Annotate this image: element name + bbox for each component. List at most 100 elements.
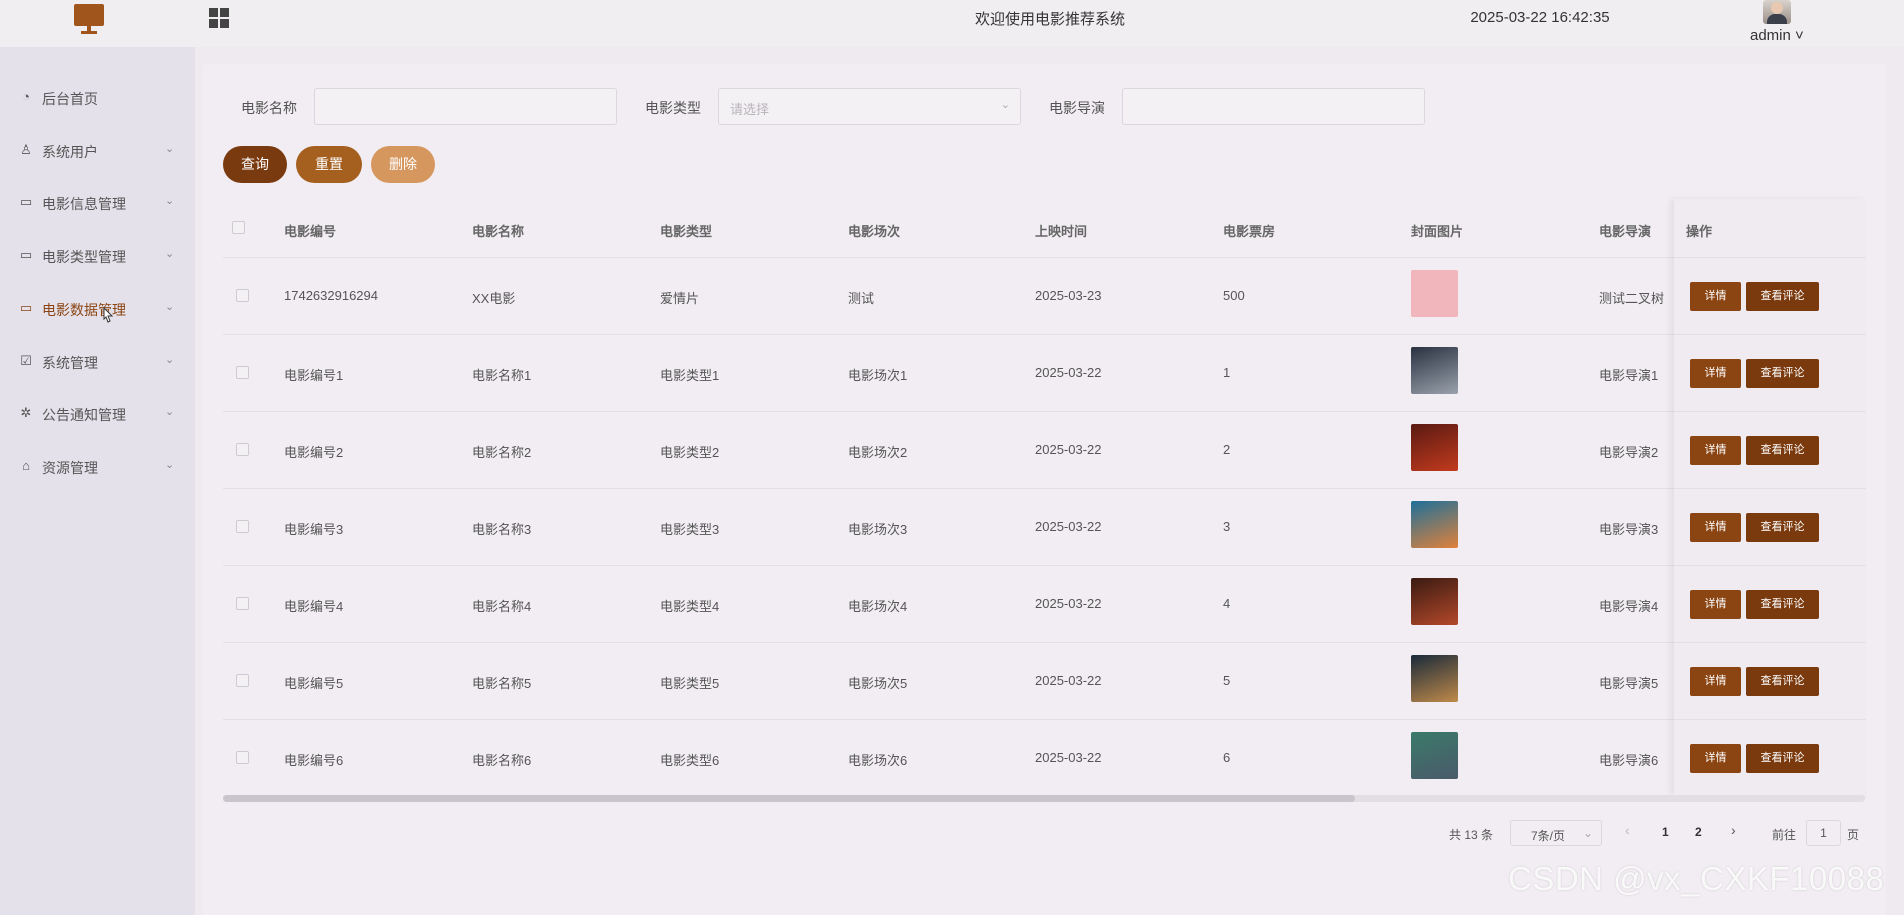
box-office-cell: 500 bbox=[1223, 288, 1245, 303]
detail-button[interactable]: 详情 bbox=[1690, 744, 1741, 773]
cover-image-thumbnail bbox=[1411, 347, 1458, 394]
user-menu[interactable]: admin ˅ bbox=[1750, 27, 1840, 44]
movie-type-label: 电影类型 bbox=[645, 100, 701, 116]
cover-image-thumbnail bbox=[1411, 655, 1458, 702]
row-checkbox[interactable] bbox=[236, 443, 249, 456]
movie-type-cell: 电影类型1 bbox=[660, 368, 720, 383]
pagination-total: 共 13 条 bbox=[1449, 828, 1494, 842]
view-comments-button[interactable]: 查看评论 bbox=[1746, 359, 1819, 388]
page-size-value: 7条/页 bbox=[1531, 829, 1566, 843]
row-checkbox[interactable] bbox=[236, 366, 249, 379]
query-button[interactable]: 查询 bbox=[223, 146, 287, 183]
view-comments-button[interactable]: 查看评论 bbox=[1746, 667, 1819, 696]
sidebar-item[interactable]: ▭ 电影数据管理 ⌄ bbox=[0, 288, 195, 328]
box-office-cell: 2 bbox=[1223, 442, 1231, 457]
release-date-cell: 2025-03-23 bbox=[1035, 288, 1102, 303]
row-divider bbox=[1674, 642, 1866, 643]
release-date-cell: 2025-03-22 bbox=[1035, 442, 1102, 457]
detail-button[interactable]: 详情 bbox=[1690, 359, 1741, 388]
movie-type-select[interactable]: 请选择 ⌄ bbox=[718, 88, 1021, 125]
box-office-cell: 3 bbox=[1223, 519, 1231, 534]
movie-name-cell: 电影名称1 bbox=[472, 368, 532, 383]
detail-button[interactable]: 详情 bbox=[1690, 590, 1741, 619]
sidebar-item-label: 电影信息管理 bbox=[42, 196, 126, 212]
movie-session-cell: 电影场次4 bbox=[848, 599, 908, 614]
movie-type-cell: 爱情片 bbox=[660, 291, 700, 306]
sidebar-item-label: 后台首页 bbox=[42, 91, 98, 107]
chevron-down-icon: ⌄ bbox=[1000, 99, 1010, 111]
sidebar-item[interactable]: ▭ 电影类型管理 ⌄ bbox=[0, 235, 195, 275]
reset-button[interactable]: 重置 bbox=[296, 146, 362, 183]
column-header: 电影场次 bbox=[848, 224, 901, 239]
sidebar-item-label: 系统管理 bbox=[42, 355, 98, 371]
table-row: 电影编号6 电影名称6 电影类型6 电影场次6 2025-03-22 6 电影导演6 bbox=[223, 720, 1865, 797]
user-icon: ♙ bbox=[20, 142, 32, 157]
movie-session-cell: 电影场次6 bbox=[848, 753, 908, 768]
sidebar-item[interactable]: ☑ 系统管理 ⌄ bbox=[0, 341, 195, 381]
top-header: 欢迎使用电影推荐系统 2025-03-22 16:42:35 admin ˅ bbox=[0, 0, 1904, 47]
view-comments-button[interactable]: 查看评论 bbox=[1746, 513, 1819, 542]
avatar[interactable] bbox=[1763, 0, 1791, 24]
column-header: 封面图片 bbox=[1411, 224, 1464, 239]
movie-name-input[interactable] bbox=[314, 88, 617, 125]
goto-page-input[interactable]: 1 bbox=[1806, 820, 1841, 846]
sidebar-item[interactable]: ✲ 公告通知管理 ⌄ bbox=[0, 393, 195, 433]
sidebar-item[interactable]: ♙ 系统用户 ⌄ bbox=[0, 130, 195, 170]
sidebar-item[interactable]: ⌂ 资源管理 ⌄ bbox=[0, 446, 195, 486]
view-comments-button[interactable]: 查看评论 bbox=[1746, 590, 1819, 619]
detail-button[interactable]: 详情 bbox=[1690, 436, 1741, 465]
table-row: 电影编号1 电影名称1 电影类型1 电影场次1 2025-03-22 1 电影导演1 bbox=[223, 335, 1865, 412]
column-header: 电影编号 bbox=[284, 224, 337, 239]
row-divider bbox=[1674, 411, 1866, 412]
horizontal-scrollbar[interactable] bbox=[223, 795, 1865, 802]
row-checkbox[interactable] bbox=[236, 751, 249, 764]
movie-name-cell: 电影名称6 bbox=[472, 753, 532, 768]
watermark: CSDN @vx_CXKF10088 bbox=[1508, 860, 1885, 897]
release-date-cell: 2025-03-22 bbox=[1035, 519, 1102, 534]
box-office-cell: 6 bbox=[1223, 750, 1231, 765]
movie-type-placeholder: 请选择 bbox=[730, 102, 770, 117]
page-1[interactable]: 1 bbox=[1662, 825, 1669, 839]
mouse-cursor-icon bbox=[103, 307, 114, 323]
select-all-checkbox[interactable] bbox=[232, 221, 245, 234]
chevron-down-icon: ⌄ bbox=[165, 248, 175, 260]
sidebar-item[interactable]: ▭ 电影信息管理 ⌄ bbox=[0, 182, 195, 222]
box-office-cell: 4 bbox=[1223, 596, 1231, 611]
row-checkbox[interactable] bbox=[236, 597, 249, 610]
apps-grid-icon[interactable] bbox=[209, 8, 229, 28]
movie-type-cell: 电影类型3 bbox=[660, 522, 720, 537]
column-header: 电影导演 bbox=[1599, 224, 1652, 239]
detail-button[interactable]: 详情 bbox=[1690, 282, 1741, 311]
detail-button[interactable]: 详情 bbox=[1690, 513, 1741, 542]
row-divider bbox=[1674, 565, 1866, 566]
cover-image-thumbnail bbox=[1411, 424, 1458, 471]
row-divider bbox=[1674, 334, 1866, 335]
row-checkbox[interactable] bbox=[236, 520, 249, 533]
operation-column: 操作 详情 查看评论 详情 查看评论 详情 查看评论 详情 查看评论 详情 查看评论 详情 查看评论 详情… bbox=[1674, 199, 1866, 797]
row-checkbox[interactable] bbox=[236, 674, 249, 687]
movie-director-cell: 电影导演6 bbox=[1599, 753, 1659, 768]
next-page-icon[interactable]: › bbox=[1731, 822, 1736, 838]
row-divider bbox=[1674, 719, 1866, 720]
movie-director-input[interactable] bbox=[1122, 88, 1425, 125]
view-comments-button[interactable]: 查看评论 bbox=[1746, 744, 1819, 773]
release-date-cell: 2025-03-22 bbox=[1035, 750, 1102, 765]
row-checkbox[interactable] bbox=[236, 289, 249, 302]
cover-image-thumbnail bbox=[1411, 270, 1458, 317]
movie-type-cell: 电影类型5 bbox=[660, 676, 720, 691]
prev-page-icon[interactable]: ‹ bbox=[1625, 822, 1630, 838]
box-office-cell: 1 bbox=[1223, 365, 1231, 380]
detail-button[interactable]: 详情 bbox=[1690, 667, 1741, 696]
chevron-down-icon: ⌄ bbox=[165, 143, 175, 155]
page-2[interactable]: 2 bbox=[1695, 825, 1702, 839]
sidebar-item[interactable]: ◔ 后台首页 bbox=[0, 77, 195, 117]
view-comments-button[interactable]: 查看评论 bbox=[1746, 282, 1819, 311]
cover-image-thumbnail bbox=[1411, 732, 1458, 779]
delete-button[interactable]: 删除 bbox=[371, 146, 435, 183]
chart-icon: ☑ bbox=[20, 353, 32, 368]
movie-director-cell: 电影导演5 bbox=[1599, 676, 1659, 691]
page-size-select[interactable]: 7条/页 ⌄ bbox=[1510, 820, 1602, 846]
table-row: 电影编号4 电影名称4 电影类型4 电影场次4 2025-03-22 4 电影导演4 bbox=[223, 566, 1865, 643]
scrollbar-thumb[interactable] bbox=[223, 795, 1355, 802]
view-comments-button[interactable]: 查看评论 bbox=[1746, 436, 1819, 465]
